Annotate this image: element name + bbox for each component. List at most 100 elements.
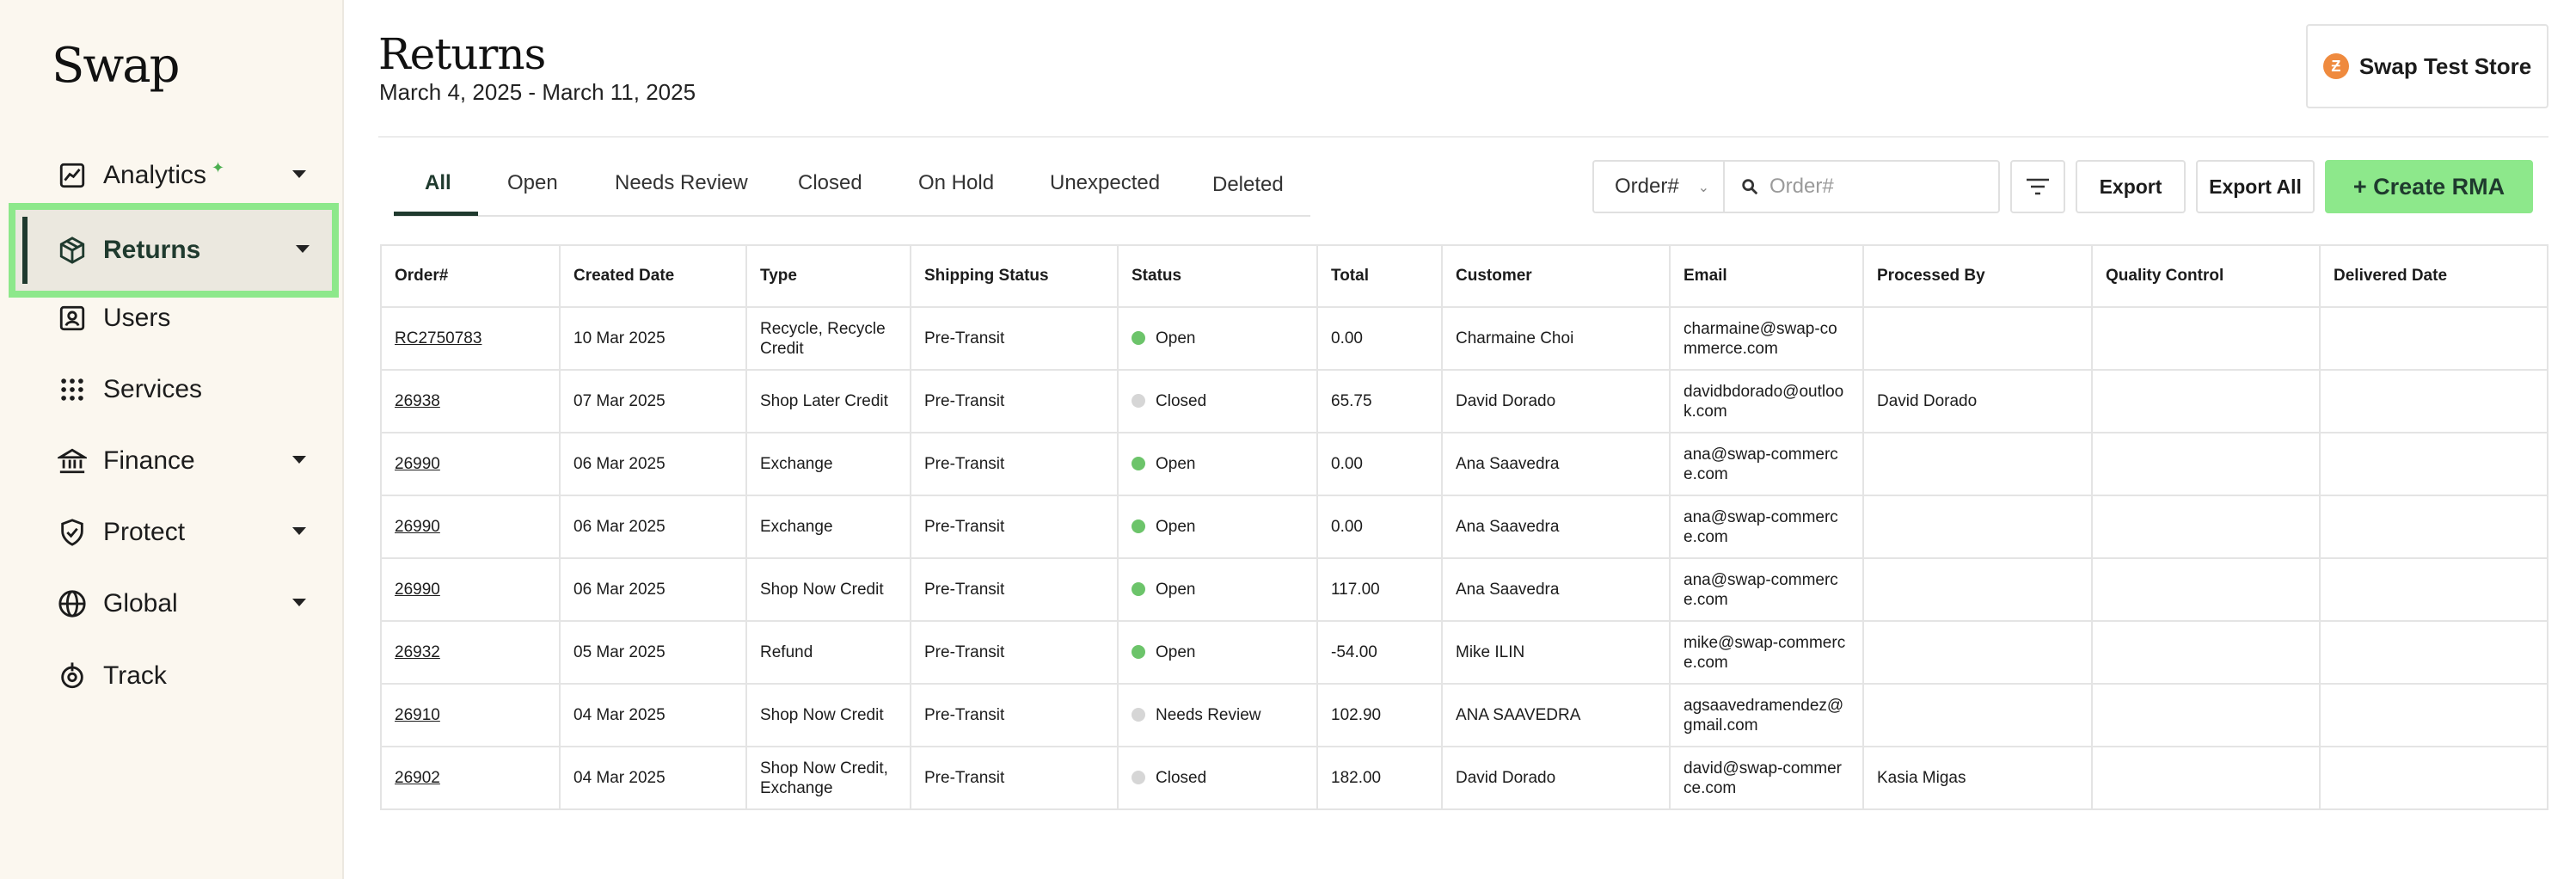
- user-card-icon: [57, 303, 88, 334]
- processed-by-cell: [1862, 683, 2093, 747]
- customer-cell: Ana Saavedra: [1441, 557, 1671, 622]
- tab-needs-review[interactable]: Needs Review: [615, 151, 748, 215]
- delivered-date-cell: [2319, 495, 2548, 559]
- swap-logo[interactable]: Swap: [52, 38, 181, 94]
- sidebar-item-analytics[interactable]: Analytics ✦: [22, 141, 328, 210]
- processed-by-cell: David Dorado: [1862, 369, 2093, 433]
- sidebar-item-label: Protect: [103, 518, 186, 546]
- tab-unexpected[interactable]: Unexpected: [1050, 151, 1160, 215]
- table-row[interactable]: 26990 06 Mar 2025 Exchange Pre-Transit O…: [380, 495, 2548, 559]
- export-button[interactable]: Export: [2076, 160, 2186, 213]
- returns-table: Order# Created Date Type Shipping Status…: [380, 244, 2548, 810]
- date-range[interactable]: March 4, 2025 - March 11, 2025: [379, 79, 696, 106]
- search-field-select[interactable]: Order# ⌄: [1592, 160, 1723, 213]
- chevron-down-icon: ⌄: [1697, 181, 1709, 195]
- status-dot-icon: [1132, 519, 1145, 533]
- sidebar-item-global[interactable]: Global: [22, 569, 328, 638]
- column-header-customer[interactable]: Customer: [1441, 244, 1671, 308]
- tab-on-hold[interactable]: On Hold: [918, 151, 994, 215]
- type-cell: Shop Later Credit: [745, 369, 911, 433]
- total-cell: 0.00: [1316, 495, 1443, 559]
- delivered-date-cell: [2319, 620, 2548, 685]
- column-header-delivered-date[interactable]: Delivered Date: [2319, 244, 2548, 308]
- status-dot-icon: [1132, 582, 1145, 596]
- status-cell: Needs Review: [1117, 683, 1318, 747]
- search-input[interactable]: [1768, 174, 1986, 200]
- caret-down-icon[interactable]: [296, 245, 310, 253]
- store-switcher-button[interactable]: Ƶ Swap Test Store: [2306, 24, 2548, 108]
- search-field-select-value: Order#: [1615, 175, 1679, 198]
- created-date-cell: 06 Mar 2025: [559, 557, 747, 622]
- processed-by-cell: [1862, 306, 2093, 371]
- quality-control-cell: [2091, 306, 2321, 371]
- processed-by-cell: [1862, 557, 2093, 622]
- table-row[interactable]: 26902 04 Mar 2025 Shop Now Credit, Excha…: [380, 746, 2548, 810]
- order-link[interactable]: 26990: [380, 495, 561, 559]
- filter-button[interactable]: [2010, 160, 2065, 213]
- order-link[interactable]: 26990: [380, 557, 561, 622]
- type-cell: Shop Now Credit, Exchange: [745, 746, 911, 810]
- column-header-total[interactable]: Total: [1316, 244, 1443, 308]
- created-date-cell: 04 Mar 2025: [559, 683, 747, 747]
- column-header-shipping-status[interactable]: Shipping Status: [910, 244, 1119, 308]
- quality-control-cell: [2091, 369, 2321, 433]
- order-link[interactable]: RC2750783: [380, 306, 561, 371]
- table-row[interactable]: 26990 06 Mar 2025 Exchange Pre-Transit O…: [380, 432, 2548, 496]
- column-header-quality-control[interactable]: Quality Control: [2091, 244, 2321, 308]
- caret-down-icon[interactable]: [292, 599, 306, 606]
- caret-down-icon[interactable]: [292, 170, 306, 178]
- table-row[interactable]: 26938 07 Mar 2025 Shop Later Credit Pre-…: [380, 369, 2548, 433]
- type-cell: Exchange: [745, 432, 911, 496]
- sidebar-item-track[interactable]: Track: [22, 642, 328, 710]
- sidebar-item-users[interactable]: Users: [22, 284, 328, 353]
- order-link[interactable]: 26902: [380, 746, 561, 810]
- total-cell: 117.00: [1316, 557, 1443, 622]
- total-cell: 65.75: [1316, 369, 1443, 433]
- sidebar-item-services[interactable]: Services: [22, 355, 328, 424]
- column-header-status[interactable]: Status: [1117, 244, 1318, 308]
- sidebar-item-label: Services: [103, 375, 203, 403]
- column-header-created-date[interactable]: Created Date: [559, 244, 747, 308]
- order-link[interactable]: 26932: [380, 620, 561, 685]
- shipping-status-cell: Pre-Transit: [910, 306, 1119, 371]
- export-all-button[interactable]: Export All: [2196, 160, 2315, 213]
- globe-icon: [57, 588, 88, 619]
- tab-open[interactable]: Open: [507, 151, 558, 215]
- tab-all[interactable]: All: [425, 151, 451, 215]
- status-tabs: All Open Needs Review Closed On Hold Une…: [394, 151, 1310, 217]
- page-title: Returns: [378, 29, 546, 79]
- created-date-cell: 07 Mar 2025: [559, 369, 747, 433]
- customer-cell: Ana Saavedra: [1441, 432, 1671, 496]
- table-row[interactable]: 26932 05 Mar 2025 Refund Pre-Transit Ope…: [380, 620, 2548, 685]
- order-link[interactable]: 26990: [380, 432, 561, 496]
- sidebar-item-label: Track: [103, 661, 167, 690]
- total-cell: 0.00: [1316, 306, 1443, 371]
- table-row[interactable]: RC2750783 10 Mar 2025 Recycle, Recycle C…: [380, 306, 2548, 371]
- order-link[interactable]: 26938: [380, 369, 561, 433]
- status-dot-icon: [1132, 771, 1145, 784]
- tab-closed[interactable]: Closed: [798, 151, 862, 215]
- column-header-order[interactable]: Order#: [380, 244, 561, 308]
- delivered-date-cell: [2319, 369, 2548, 433]
- sidebar-item-protect[interactable]: Protect: [22, 498, 328, 567]
- order-link[interactable]: 26910: [380, 683, 561, 747]
- caret-down-icon[interactable]: [292, 456, 306, 464]
- sidebar-item-finance[interactable]: Finance: [22, 427, 328, 495]
- table-row[interactable]: 26910 04 Mar 2025 Shop Now Credit Pre-Tr…: [380, 683, 2548, 747]
- column-header-type[interactable]: Type: [745, 244, 911, 308]
- delivered-date-cell: [2319, 432, 2548, 496]
- status-dot-icon: [1132, 645, 1145, 659]
- caret-down-icon[interactable]: [292, 527, 306, 535]
- sidebar-item-label: Finance: [103, 446, 195, 475]
- store-name: Swap Test Store: [2358, 52, 2532, 79]
- tab-deleted[interactable]: Deleted: [1212, 153, 1284, 217]
- quality-control-cell: [2091, 495, 2321, 559]
- sparkle-icon: ✦: [212, 158, 225, 176]
- shipping-status-cell: Pre-Transit: [910, 369, 1119, 433]
- column-header-email[interactable]: Email: [1669, 244, 1864, 308]
- status-dot-icon: [1132, 708, 1145, 722]
- column-header-processed-by[interactable]: Processed By: [1862, 244, 2093, 308]
- create-rma-button[interactable]: + Create RMA: [2325, 160, 2533, 213]
- table-row[interactable]: 26990 06 Mar 2025 Shop Now Credit Pre-Tr…: [380, 557, 2548, 622]
- location-target-icon: [57, 661, 88, 692]
